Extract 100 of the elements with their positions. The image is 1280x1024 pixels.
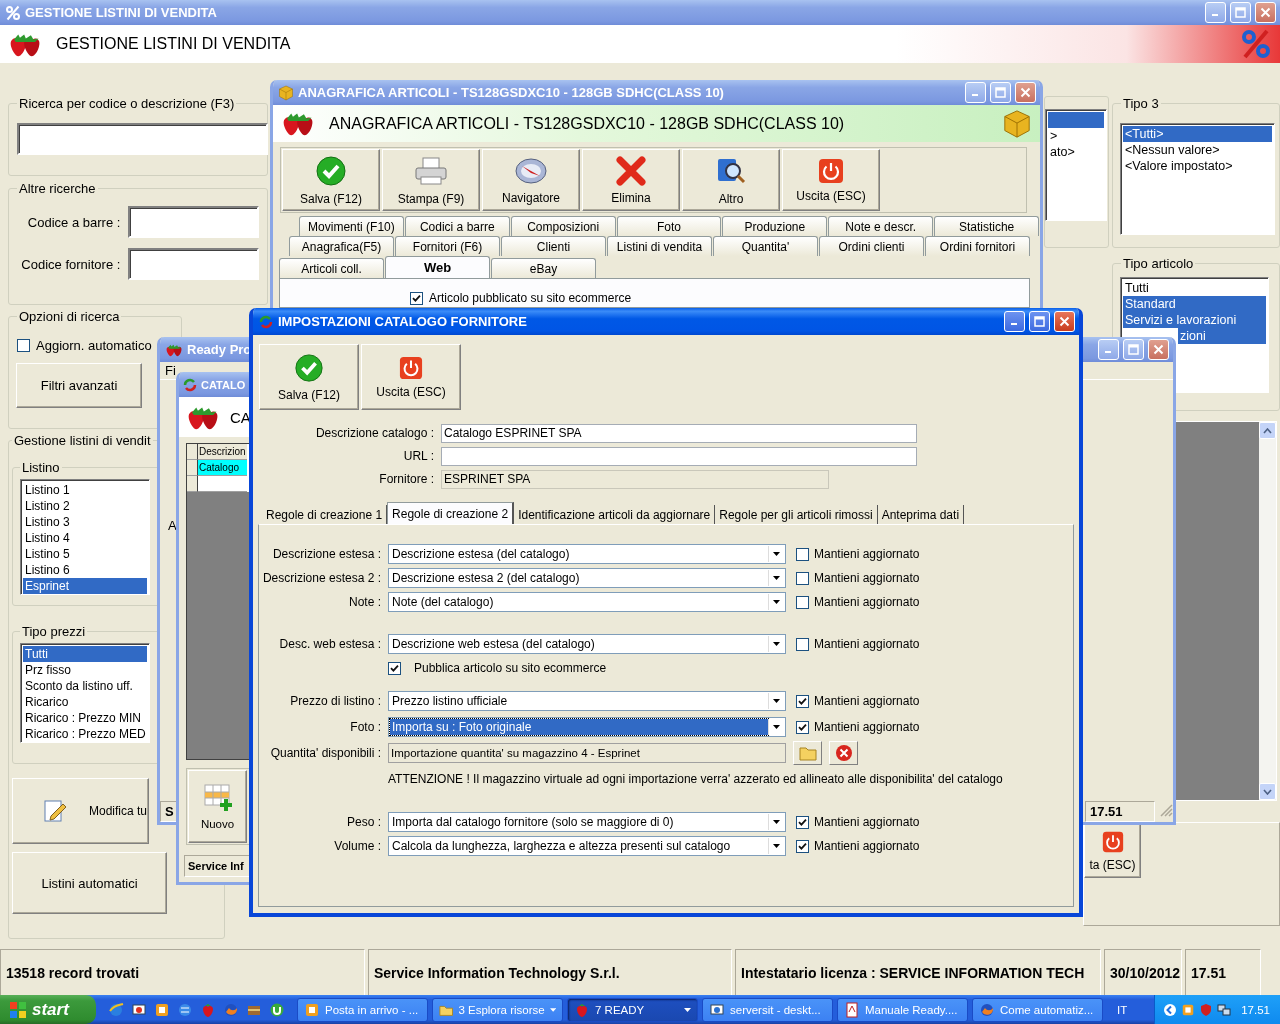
checkbox[interactable] [796,595,809,609]
edit-button[interactable]: Modifica tu [12,778,149,844]
checkbox[interactable] [796,815,809,829]
search-field[interactable] [17,123,268,155]
tab[interactable]: Note e descr. [828,216,934,236]
list-item[interactable]: Esprinet [23,578,147,594]
checkbox[interactable] [796,839,809,853]
new-button[interactable]: Nuovo [188,770,247,843]
list-item[interactable]: <Nessun valore> [1123,142,1272,158]
minimize-button[interactable] [1004,311,1025,332]
filters-button[interactable]: Filtri avanzati [16,363,142,408]
checkbox[interactable] [796,694,809,708]
checkbox[interactable] [796,637,809,651]
tab[interactable]: Foto [616,216,722,236]
torrent-icon[interactable] [269,1001,285,1018]
taskbar-button[interactable]: 7 READY [567,997,698,1022]
browse-button[interactable] [793,741,822,765]
tab[interactable]: eBay [491,258,596,278]
list-item[interactable]: > [1048,128,1104,144]
toolbar-button[interactable]: Stampa (F9) [382,149,480,211]
toolbar-button[interactable]: Salva (F12) [282,149,380,211]
dropdown[interactable]: Calcola da lunghezza, larghezza e altezza presenti sul catalogo [388,836,786,856]
start-button[interactable]: start [0,995,96,1024]
checkbox[interactable] [410,292,423,305]
exit-button[interactable]: ta (ESC) [1084,824,1141,878]
tab[interactable]: Anagrafica(F5) [289,236,394,256]
checkbox[interactable] [796,547,809,561]
input-field[interactable] [128,206,259,238]
toolbar-button[interactable]: Uscita (ESC) [361,344,461,410]
tab[interactable]: Produzione [722,216,828,236]
input-field[interactable]: Catalogo ESPRINET SPA [441,423,917,443]
input-field[interactable] [441,446,917,466]
checkbox[interactable] [388,661,401,675]
tab[interactable]: Web [385,256,490,278]
dropdown[interactable]: Descrizione estesa (del catalogo) [388,544,786,564]
mail-icon[interactable] [154,1001,170,1018]
list-item[interactable]: <Tutti> [1123,126,1272,142]
input-field[interactable] [128,248,259,280]
tab[interactable]: Composizioni [510,216,616,236]
monitor-icon[interactable] [131,1001,147,1018]
list-item[interactable]: Ricarico [23,694,147,710]
clear-button[interactable] [829,741,858,765]
tab[interactable]: Ordini fornitori [925,236,1030,256]
list-item[interactable]: Listino 6 [23,562,147,578]
maximize-button[interactable] [1029,311,1050,332]
list-item[interactable]: Ricarico : Prezzo MIN [23,710,147,726]
list-item[interactable]: Tutti [23,646,147,662]
tab[interactable]: Clienti [501,236,606,256]
checkbox-label: Pubblica articolo su sito ecommerce [414,661,607,675]
globe-icon[interactable] [177,1001,193,1018]
fox-icon[interactable] [223,1001,239,1018]
table-cell[interactable]: Catalogo [198,460,247,476]
tab[interactable]: Listini di vendita [607,236,712,256]
list-item[interactable]: Sconto da listino uff. [23,678,147,694]
list-item[interactable]: Listino 3 [23,514,147,530]
row-header-cell[interactable] [187,460,198,476]
toolbar-button[interactable]: Navigatore [482,149,580,211]
checkbox[interactable] [796,720,809,734]
tab[interactable]: Movimenti (F10) [299,216,404,236]
dropdown[interactable]: Importa su : Foto originale [388,717,786,737]
list-item[interactable]: Listino 5 [23,546,147,562]
language-indicator[interactable]: IT [1117,1003,1128,1016]
tab[interactable]: Regole di creazione 2 [387,502,515,524]
list-item[interactable]: ato> [1048,144,1104,160]
tab[interactable]: Fornitori (F6) [395,236,500,256]
list-item[interactable]: Ricarico : Prezzo MED [23,726,147,742]
dropdown[interactable]: Descrizione estesa 2 (del catalogo) [388,568,786,588]
list-item[interactable]: <Valore impostato> [1123,158,1272,174]
toolbar-button[interactable]: Elimina [582,149,680,211]
close-button[interactable] [1148,339,1169,360]
menu-item[interactable]: Fi [165,363,176,378]
tab[interactable]: Statistiche [934,216,1039,236]
dropdown[interactable]: Note (del catalogo) [388,592,786,612]
tab[interactable]: Ordini clienti [819,236,924,256]
close-button[interactable] [1054,311,1075,332]
row-header-cell[interactable] [187,476,198,492]
list-item[interactable]: Listino 1 [23,482,147,498]
dropdown[interactable]: Descrizione web estesa (del catalogo) [388,634,786,654]
list-item[interactable]: Listino 4 [23,530,147,546]
list-item[interactable]: Standard [1123,296,1266,312]
toolbar-button[interactable]: Salva (F12) [259,344,359,410]
list-item[interactable]: Prz fisso [23,662,147,678]
close-button[interactable] [1255,2,1276,23]
browser-icon[interactable] [108,1001,124,1018]
tab[interactable]: Quantita' [713,236,818,256]
toolbar-button[interactable]: Uscita (ESC) [782,149,880,211]
dropdown[interactable]: Importa dal catalogo fornitore (solo se maggiore di 0) [388,812,786,832]
toolbar-button[interactable]: Altro [682,149,780,211]
list-item[interactable]: Servizi e lavorazioni [1123,312,1266,328]
tab[interactable]: Articoli coll. [279,258,384,278]
checkbox[interactable] [17,339,30,352]
checkbox[interactable] [796,571,809,585]
close-button[interactable] [1015,82,1036,103]
list-item[interactable]: Tutti [1123,280,1266,296]
list-item[interactable]: zioni [1178,328,1266,344]
scrollbar[interactable] [1259,422,1276,800]
tab[interactable]: Codici a barre [404,216,510,236]
auto-lists-button[interactable]: Listini automatici [12,852,167,914]
dropdown[interactable]: Prezzo listino ufficiale [388,691,786,711]
list-item[interactable]: Listino 2 [23,498,147,514]
